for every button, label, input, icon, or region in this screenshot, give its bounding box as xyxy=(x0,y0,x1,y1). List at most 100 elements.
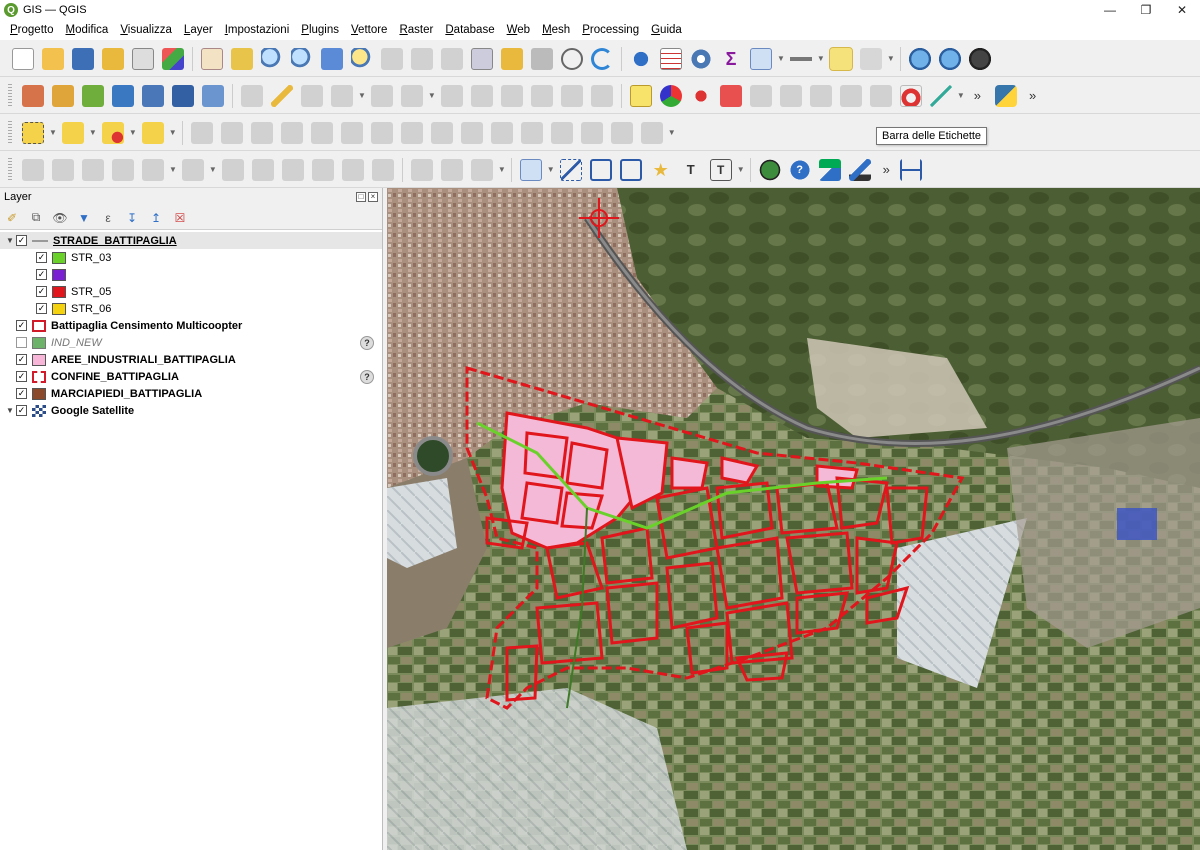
topology-checker-icon[interactable] xyxy=(929,84,952,107)
toolbar-overflow-icon[interactable]: » xyxy=(883,162,890,177)
rotate-feature-icon[interactable] xyxy=(779,84,802,107)
toolbar-overflow-icon[interactable]: » xyxy=(1029,88,1036,103)
zoom-native-icon[interactable] xyxy=(411,47,433,70)
minimize-button[interactable]: — xyxy=(1092,0,1128,20)
stream-digitize-icon[interactable] xyxy=(221,158,244,181)
move-label-icon[interactable] xyxy=(619,158,642,181)
legend-class-row[interactable]: ✓ STR_03 xyxy=(0,249,382,266)
modify-attributes-icon[interactable] xyxy=(400,84,423,107)
chamfer-icon[interactable] xyxy=(610,121,633,144)
move-tool-icon[interactable] xyxy=(371,158,394,181)
trim-extend-icon[interactable] xyxy=(520,121,543,144)
add-raster-layer-icon[interactable] xyxy=(112,84,134,107)
add-vector-layer-icon[interactable] xyxy=(82,84,104,107)
layer-warning-help-icon[interactable]: ? xyxy=(360,335,374,350)
bookmark-icon[interactable] xyxy=(501,47,523,70)
dropdown-arrow-icon[interactable]: ▼ xyxy=(777,54,785,63)
snapping-magnet-icon[interactable] xyxy=(899,84,922,107)
dropdown-arrow-icon[interactable]: ▼ xyxy=(668,128,676,137)
toggle-editing-pencil-icon[interactable] xyxy=(271,84,293,107)
menu-mesh[interactable]: Mesh xyxy=(536,24,576,36)
pan-hand-icon[interactable] xyxy=(201,47,223,70)
menu-plugins[interactable]: Plugins xyxy=(295,24,345,36)
reshape-icon[interactable] xyxy=(250,121,273,144)
deselect-all-icon[interactable] xyxy=(101,121,124,144)
filter-funnel-icon[interactable]: ▼ xyxy=(76,210,92,226)
change-label-icon[interactable]: T xyxy=(680,159,702,181)
layer-row[interactable]: IND_NEW ? xyxy=(0,334,382,351)
render-globe-icon[interactable] xyxy=(758,158,781,181)
locator-search-icon[interactable] xyxy=(859,47,882,70)
toolbar-grip[interactable] xyxy=(8,83,12,108)
expand-all-icon[interactable]: ↧ xyxy=(124,210,140,226)
dropdown-arrow-icon[interactable]: ▼ xyxy=(358,91,366,100)
layer-visibility-checkbox[interactable] xyxy=(16,337,27,348)
class-visibility-checkbox[interactable]: ✓ xyxy=(36,303,47,314)
dropdown-arrow-icon[interactable]: ▼ xyxy=(49,128,57,137)
class-visibility-checkbox[interactable]: ✓ xyxy=(36,269,47,280)
map-canvas[interactable] xyxy=(387,188,1200,850)
menu-vettore[interactable]: Vettore xyxy=(345,24,393,36)
show-hide-label-icon[interactable]: ★ xyxy=(650,159,672,181)
add-wms-layer-icon[interactable] xyxy=(202,84,224,107)
collapse-all-icon[interactable]: ↥ xyxy=(148,210,164,226)
menu-raster[interactable]: Raster xyxy=(393,24,439,36)
highlight-label-icon[interactable] xyxy=(589,158,612,181)
shape-tool-icon[interactable] xyxy=(311,158,334,181)
save-edits-icon[interactable] xyxy=(301,84,323,107)
arc-icon[interactable] xyxy=(181,158,204,181)
add-group-icon[interactable]: ⧉ xyxy=(28,210,44,226)
dropdown-arrow-icon[interactable]: ▼ xyxy=(129,128,137,137)
reverse-line-icon[interactable] xyxy=(490,121,513,144)
redo-icon[interactable] xyxy=(590,84,613,107)
regular-polygon-icon[interactable] xyxy=(112,158,134,181)
new-map-view-icon[interactable] xyxy=(471,47,493,70)
merge-attributes-icon[interactable] xyxy=(370,121,393,144)
dropdown-arrow-icon[interactable]: ▼ xyxy=(169,128,177,137)
layer-visibility-checkbox[interactable]: ✓ xyxy=(16,388,27,399)
expand-arrow-icon[interactable]: ▼ xyxy=(4,406,16,415)
layer-row[interactable]: ▼ ✓ Google Satellite xyxy=(0,402,382,419)
fillet-icon[interactable] xyxy=(580,121,603,144)
layer-row[interactable]: ✓ Battipaglia Censimento Multicoopter xyxy=(0,317,382,334)
toolbar-grip[interactable] xyxy=(8,120,12,145)
identify-features-icon[interactable] xyxy=(630,47,652,70)
copy-features-icon[interactable] xyxy=(500,84,523,107)
new-geopackage-icon[interactable] xyxy=(52,84,74,107)
add-ring-icon[interactable] xyxy=(839,84,862,107)
bezier-icon[interactable] xyxy=(341,158,364,181)
menu-visualizza[interactable]: Visualizza xyxy=(114,24,178,36)
remove-layer-icon[interactable]: ☒ xyxy=(172,210,188,226)
filter-expression-icon[interactable]: ε xyxy=(100,210,116,226)
annotation-line-icon[interactable] xyxy=(440,158,463,181)
wms-globe-icon[interactable] xyxy=(908,47,931,70)
checkmark-tool-icon[interactable] xyxy=(818,158,841,181)
brush-tool-icon[interactable] xyxy=(848,158,871,181)
dropdown-arrow-icon[interactable]: ▼ xyxy=(957,91,965,100)
delete-part-icon[interactable] xyxy=(430,121,453,144)
menu-modifica[interactable]: Modifica xyxy=(59,24,114,36)
fill-ring-icon[interactable] xyxy=(869,84,892,107)
show-bookmarks-icon[interactable] xyxy=(531,47,553,70)
metasearch-globe-icon[interactable] xyxy=(968,47,991,70)
zoom-layer-icon[interactable] xyxy=(381,47,403,70)
zoom-full-icon[interactable] xyxy=(321,47,343,70)
layer-visibility-checkbox[interactable]: ✓ xyxy=(16,405,27,416)
curve-tool-icon[interactable] xyxy=(251,158,274,181)
menu-progetto[interactable]: Progetto xyxy=(4,24,59,36)
zoom-selection-icon[interactable] xyxy=(351,47,373,70)
undo-icon[interactable] xyxy=(560,84,583,107)
split-tool-icon[interactable] xyxy=(281,158,304,181)
legend-class-row[interactable]: ✓ STR_06 xyxy=(0,300,382,317)
select-features-icon[interactable] xyxy=(22,121,44,144)
dropdown-arrow-icon[interactable]: ▼ xyxy=(817,54,825,63)
dropdown-arrow-icon[interactable]: ▼ xyxy=(737,165,745,174)
select-location-icon[interactable] xyxy=(141,121,164,144)
paste-features-icon[interactable] xyxy=(530,84,553,107)
toolbar-grip[interactable] xyxy=(8,157,12,182)
refresh-icon[interactable] xyxy=(591,47,613,70)
add-mesh-layer-icon[interactable] xyxy=(172,84,194,107)
save-project-icon[interactable] xyxy=(72,47,94,70)
label-pin-icon[interactable] xyxy=(719,84,742,107)
digitize-point-icon[interactable] xyxy=(689,84,712,107)
